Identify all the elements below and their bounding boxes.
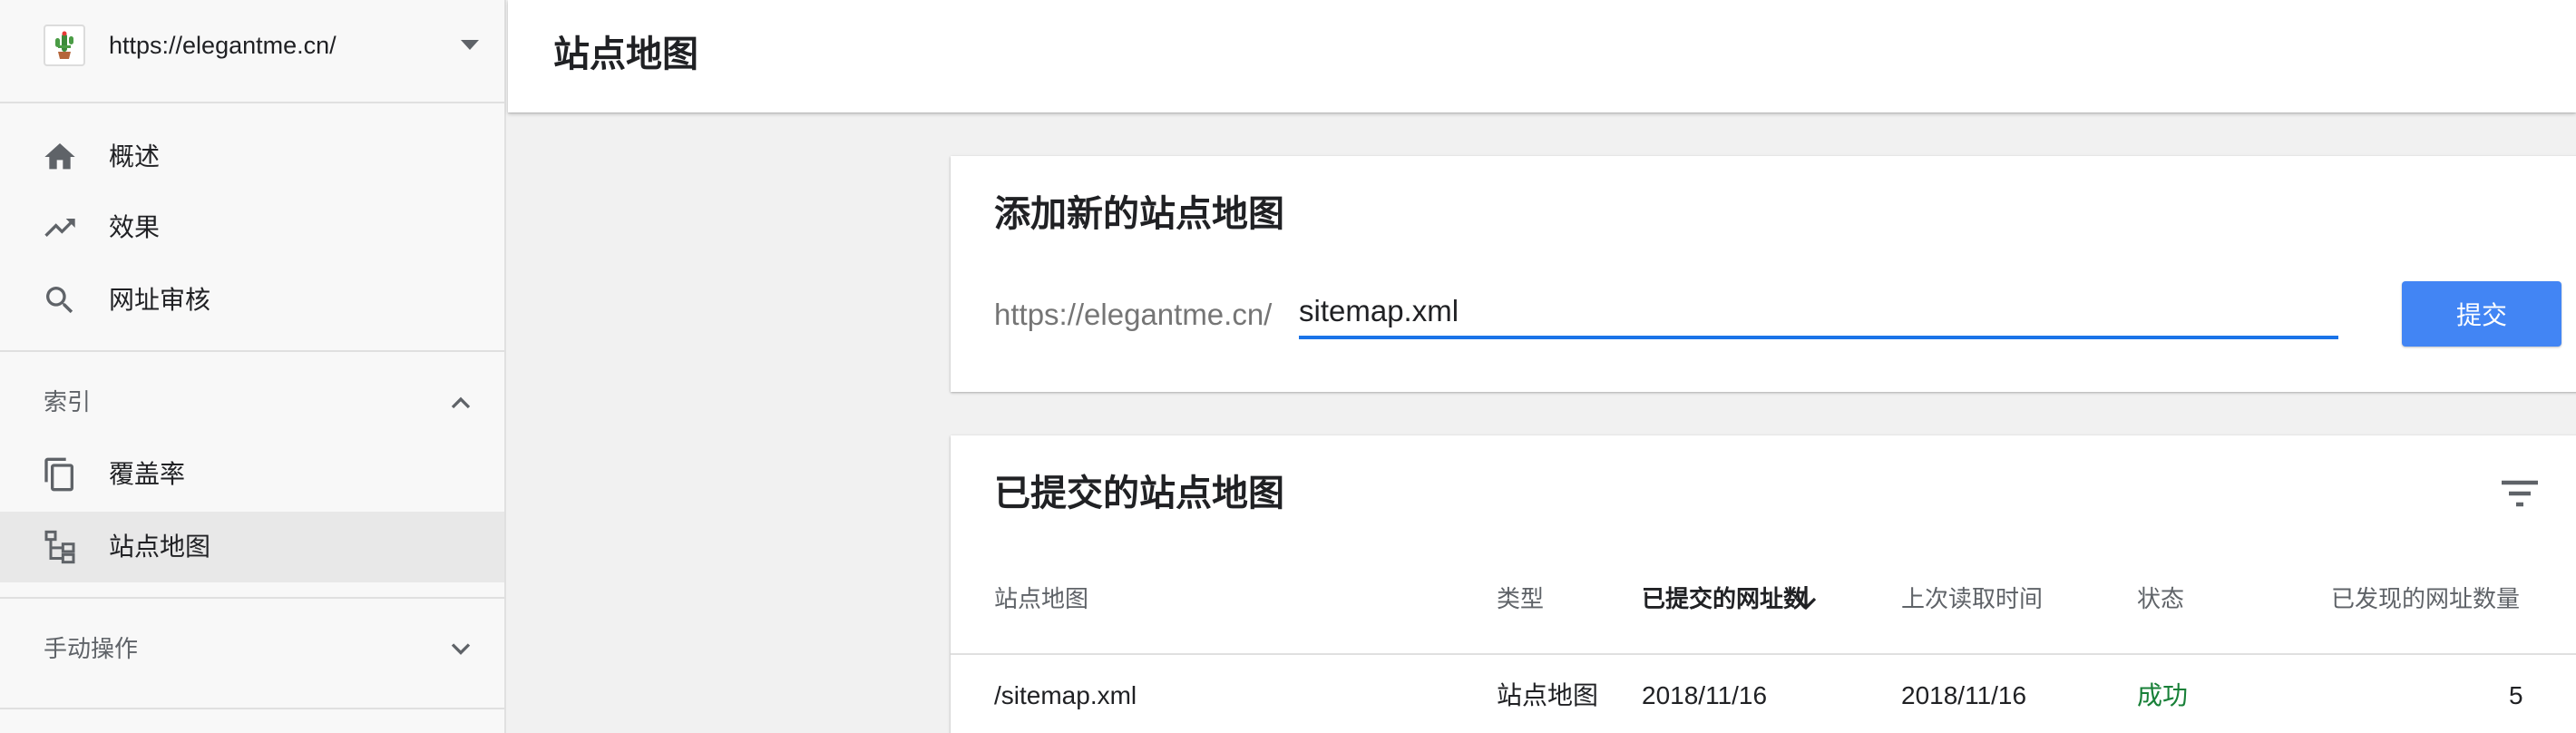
sidebar: https://elegantme.cn/ 概述 效果 网址审核 索引 覆盖率 [0,0,506,733]
cactus-icon [55,31,73,59]
column-header-sitemap[interactable]: 站点地图 [994,582,1088,615]
trending-up-icon [42,210,78,246]
sidebar-divider [0,597,504,599]
sidebar-item-url-inspection[interactable]: 网址审核 [0,265,504,336]
property-url: https://elegantme.cn/ [109,32,337,59]
chevron-down-icon [444,635,477,662]
sidebar-divider [0,708,504,709]
section-toggle-index[interactable]: 索引 [0,366,504,437]
submitted-sitemaps-card: 已提交的站点地图 站点地图 类型 已提交的网址数 上次读取时间 状态 已发现的网… [951,435,2576,733]
sidebar-item-overview[interactable]: 概述 [0,122,504,192]
cell-sitemap: /sitemap.xml [994,681,1137,709]
cell-last-read: 2018/11/16 [1901,681,2027,709]
card-title: 添加新的站点地图 [994,194,1284,234]
page-title: 站点地图 [553,34,698,74]
sidebar-item-label: 网址审核 [109,286,211,314]
section-label: 手动操作 [44,635,139,662]
sidebar-item-label: 效果 [109,213,161,241]
url-prefix: https://elegantme.cn/ [994,298,1273,331]
section-toggle-manual-actions[interactable]: 手动操作 [0,613,504,684]
sidebar-divider [0,350,504,352]
cell-status: 成功 [2137,681,2189,709]
cell-type: 站点地图 [1497,681,1599,709]
sidebar-item-performance[interactable]: 效果 [0,192,504,263]
dropdown-caret-icon [461,40,479,50]
cell-discovered: 5 [2509,681,2523,709]
column-header-submitted[interactable]: 已提交的网址数 [1642,582,1807,615]
top-bar: 站点地图 [508,0,2576,112]
property-favicon [44,24,85,66]
sidebar-item-label: 站点地图 [109,533,211,561]
add-sitemap-card: 添加新的站点地图 https://elegantme.cn/ 提交 [951,156,2576,392]
sidebar-item-label: 覆盖率 [109,460,186,488]
column-header-type[interactable]: 类型 [1497,582,1544,615]
sidebar-item-sitemaps[interactable]: 站点地图 [0,512,504,582]
column-header-last-read[interactable]: 上次读取时间 [1901,582,2043,615]
card-title: 已提交的站点地图 [994,474,1284,513]
copy-icon [42,456,78,493]
submit-button[interactable]: 提交 [2402,281,2561,347]
sitemap-url-input[interactable] [1299,292,2338,339]
sidebar-item-coverage[interactable]: 覆盖率 [0,439,504,510]
column-header-status[interactable]: 状态 [2137,582,2184,615]
property-selector[interactable]: https://elegantme.cn/ [0,0,504,103]
sitemap-icon [42,529,78,565]
section-label: 索引 [44,388,92,415]
chevron-up-icon [444,388,477,415]
home-icon [42,139,78,175]
filter-icon[interactable] [2498,475,2542,512]
search-icon [42,282,78,318]
sort-arrow-down-icon[interactable] [1794,584,1818,611]
cell-submitted: 2018/11/16 [1642,681,1768,709]
sidebar-item-label: 概述 [109,142,161,171]
column-header-discovered[interactable]: 已发现的网址数量 [2331,582,2520,615]
